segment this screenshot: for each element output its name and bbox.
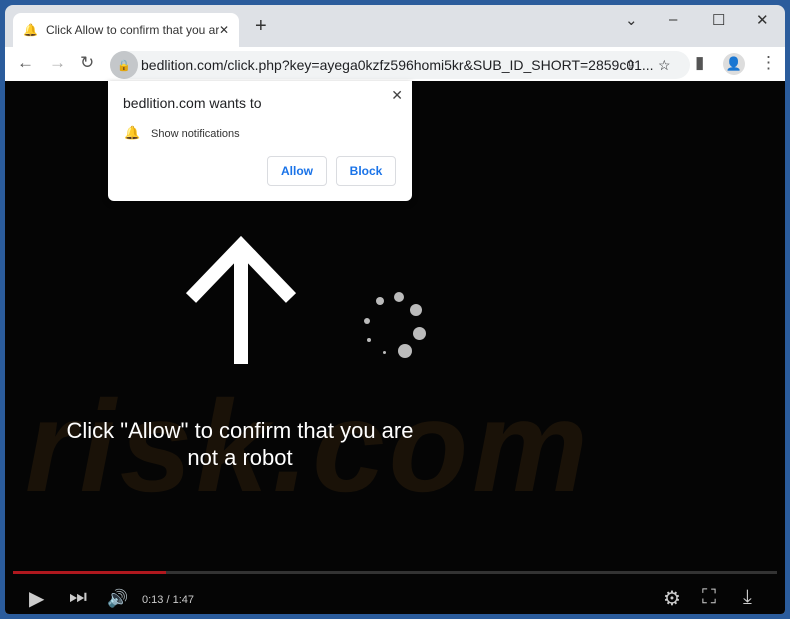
page-content: risk.com Click "Allow" to confirm that y…: [5, 81, 785, 614]
new-tab-button[interactable]: +: [255, 15, 267, 38]
video-progress-bar[interactable]: [13, 571, 777, 574]
star-icon[interactable]: ☆: [658, 57, 671, 74]
robot-message: Click "Allow" to confirm that you are no…: [66, 418, 414, 470]
notification-permission-popup: bedlition.com wants to ✕ 🔔 Show notifica…: [108, 81, 412, 201]
arrow-up-icon: [185, 236, 297, 364]
close-tab-icon[interactable]: ✕: [219, 23, 229, 37]
address-bar[interactable]: 🔒 bedlition.com/click.php?key=ayega0kzfz…: [110, 51, 690, 79]
settings-icon[interactable]: ⚙: [663, 586, 681, 611]
volume-icon[interactable]: 🔊: [107, 589, 128, 609]
bell-favicon-icon: 🔔: [23, 23, 38, 37]
back-icon[interactable]: ←: [17, 53, 34, 73]
next-icon[interactable]: ⏭: [69, 586, 87, 609]
time-display: 0:13 / 1:47: [142, 594, 194, 606]
minimize-button[interactable]: –: [669, 11, 677, 28]
share-icon[interactable]: ⇪: [625, 57, 637, 74]
fullscreen-icon[interactable]: ⛶: [702, 586, 716, 609]
forward-icon[interactable]: →: [49, 53, 66, 73]
lock-icon[interactable]: 🔒: [110, 51, 138, 79]
browser-window: 🔔 Click Allow to confirm that you are no…: [5, 5, 785, 614]
popup-title: bedlition.com wants to: [123, 95, 262, 111]
bell-icon: 🔔: [124, 125, 141, 140]
block-button[interactable]: Block: [336, 156, 396, 186]
progress-played: [13, 571, 166, 574]
side-panel-icon[interactable]: ▮: [695, 53, 704, 73]
toolbar: ← → ↻ 🔒 bedlition.com/click.php?key=ayeg…: [5, 47, 785, 81]
reload-icon[interactable]: ↻: [80, 53, 94, 73]
close-window-button[interactable]: ✕: [756, 11, 769, 29]
allow-button[interactable]: Allow: [267, 156, 327, 186]
maximize-button[interactable]: ☐: [712, 11, 725, 29]
tab-search-icon[interactable]: ⌄: [625, 11, 638, 29]
close-popup-icon[interactable]: ✕: [391, 87, 403, 104]
menu-icon[interactable]: ⋮: [760, 53, 777, 73]
tab-title: Click Allow to confirm that you are not …: [45, 23, 219, 37]
browser-tab[interactable]: 🔔 Click Allow to confirm that you are no…: [13, 13, 239, 47]
profile-avatar-icon[interactable]: 👤: [723, 53, 745, 75]
download-icon[interactable]: ⤓: [743, 586, 752, 609]
url-text: bedlition.com/click.php?key=ayega0kzfz59…: [141, 57, 654, 73]
play-icon[interactable]: ▶: [29, 586, 44, 611]
permission-label: Show notifications: [151, 128, 240, 140]
